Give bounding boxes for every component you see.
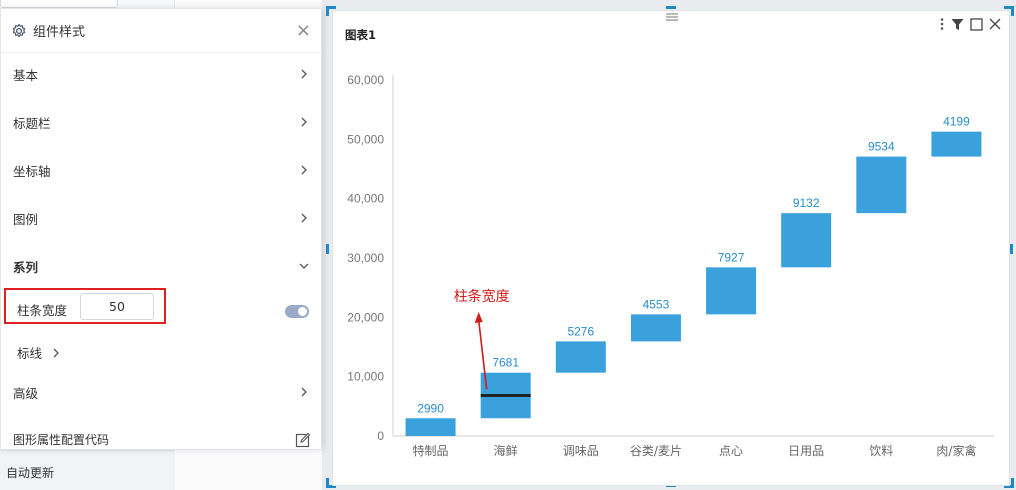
markline-item[interactable]: 标线 bbox=[17, 343, 60, 362]
data-label: 2990 bbox=[417, 401, 444, 415]
y-tick-label: 0 bbox=[377, 429, 384, 443]
x-tick-label: 谷类/麦片 bbox=[630, 444, 682, 458]
x-tick-label: 日用品 bbox=[788, 444, 824, 458]
section-axis[interactable]: 坐标轴 bbox=[1, 150, 321, 190]
section-advanced[interactable]: 高级 bbox=[1, 372, 321, 412]
y-tick-label: 50,000 bbox=[347, 132, 384, 146]
chevron-right-icon bbox=[301, 387, 307, 397]
data-label: 5276 bbox=[567, 324, 594, 338]
chevron-down-icon bbox=[299, 263, 309, 269]
chevron-right-icon bbox=[301, 213, 307, 223]
markline-label: 标线 bbox=[17, 346, 43, 361]
section-series[interactable]: 系列 bbox=[1, 246, 321, 286]
close-icon[interactable]: × bbox=[296, 21, 311, 40]
y-tick-label: 20,000 bbox=[347, 310, 384, 324]
waterfall-bar bbox=[706, 267, 757, 315]
section-basic[interactable]: 基本 bbox=[1, 54, 321, 94]
panel-header: 组件样式 × bbox=[1, 9, 321, 53]
x-tick-label: 点心 bbox=[719, 444, 743, 458]
y-tick-label: 40,000 bbox=[347, 192, 384, 206]
waterfall-bar bbox=[630, 314, 681, 342]
data-label: 7927 bbox=[718, 250, 745, 264]
x-tick-label: 调味品 bbox=[563, 444, 599, 458]
waterfall-bar bbox=[781, 213, 832, 268]
y-tick-label: 10,000 bbox=[347, 370, 384, 384]
gear-icon bbox=[12, 23, 26, 37]
data-label: 7681 bbox=[492, 356, 519, 370]
graphic-config-code-row[interactable]: 图形属性配置代码 bbox=[13, 431, 311, 448]
chevron-right-icon bbox=[301, 165, 307, 175]
waterfall-bar bbox=[931, 131, 982, 157]
data-label: 9132 bbox=[793, 196, 820, 210]
x-tick-label: 饮料 bbox=[869, 444, 893, 458]
section-axis-label: 坐标轴 bbox=[13, 163, 51, 179]
series-toggle[interactable] bbox=[285, 305, 309, 318]
resize-handle-right[interactable] bbox=[1010, 244, 1013, 254]
x-tick-label: 肉/家禽 bbox=[936, 443, 976, 458]
edit-icon[interactable] bbox=[295, 432, 311, 448]
section-titlebar-label: 标题栏 bbox=[13, 115, 51, 131]
y-tick-label: 30,000 bbox=[347, 251, 384, 265]
annotation-arrowhead bbox=[474, 312, 483, 323]
chevron-right-icon bbox=[301, 69, 307, 79]
data-label: 9534 bbox=[868, 140, 895, 154]
data-label: 4553 bbox=[643, 297, 670, 311]
resize-handle-top[interactable] bbox=[666, 6, 676, 9]
waterfall-bar bbox=[555, 341, 606, 373]
top-search-box[interactable] bbox=[0, 0, 118, 8]
y-tick-label: 60,000 bbox=[347, 73, 384, 87]
section-legend[interactable]: 图例 bbox=[1, 198, 321, 238]
annotation-label: 柱条宽度 bbox=[454, 288, 510, 305]
bar-width-label: 柱条宽度 bbox=[17, 303, 68, 318]
waterfall-bar bbox=[405, 418, 456, 436]
data-label: 4199 bbox=[943, 115, 970, 129]
section-series-label: 系列 bbox=[13, 259, 39, 275]
component-style-panel: 组件样式 × 基本 标题栏 坐标轴 图例 系列 柱条宽度 50 标线 高级 图形… bbox=[0, 8, 322, 450]
waterfall-chart: 0 10,000 20,000 30,000 40,000 50,000 60,000 29… bbox=[347, 73, 994, 458]
chevron-right-icon bbox=[53, 348, 59, 357]
panel-title: 组件样式 bbox=[33, 25, 86, 40]
x-tick-label: 特制品 bbox=[413, 443, 449, 458]
section-legend-label: 图例 bbox=[13, 211, 39, 227]
resize-handle-left[interactable] bbox=[326, 244, 329, 254]
section-advanced-label: 高级 bbox=[13, 385, 39, 401]
bar-width-input[interactable]: 50 bbox=[80, 293, 154, 320]
waterfall-bar bbox=[856, 156, 907, 214]
graphic-config-code-label: 图形属性配置代码 bbox=[13, 433, 110, 447]
section-basic-label: 基本 bbox=[13, 67, 39, 83]
section-titlebar[interactable]: 标题栏 bbox=[1, 102, 321, 142]
auto-update-label[interactable]: 自动更新 bbox=[6, 464, 54, 481]
chevron-right-icon bbox=[301, 117, 307, 127]
x-tick-label: 海鲜 bbox=[494, 443, 518, 458]
